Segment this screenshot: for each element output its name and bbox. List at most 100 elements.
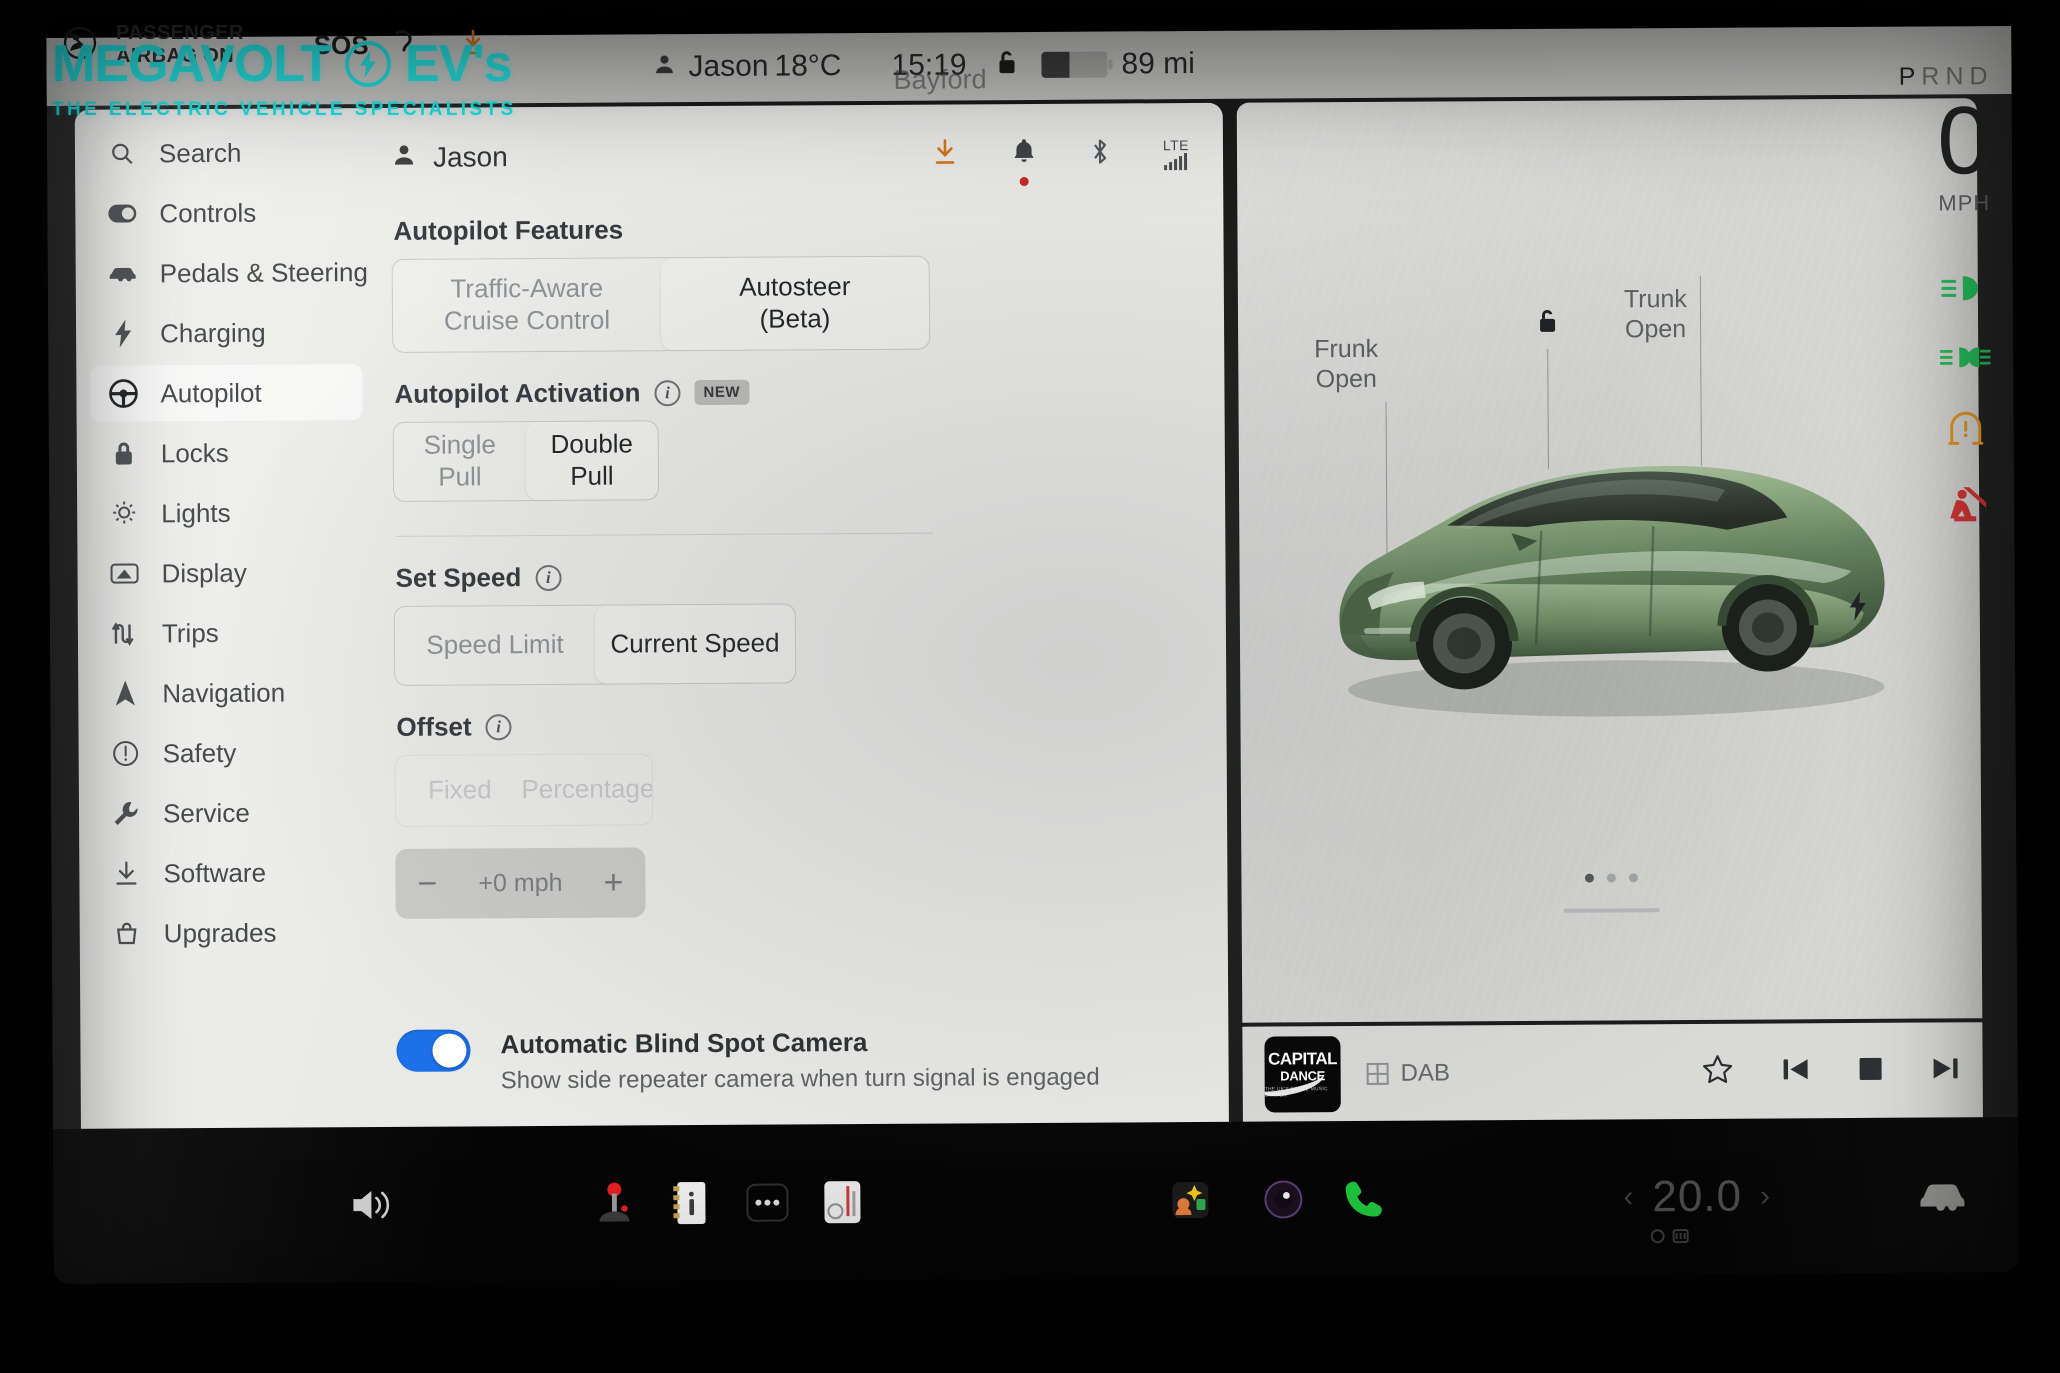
driver-profile-name: Jason — [688, 49, 769, 84]
option-current-speed[interactable]: Current Speed — [594, 604, 796, 684]
set-speed-segmented-control: Speed Limit Current Speed — [393, 603, 797, 686]
media-player-icon[interactable] — [821, 1179, 863, 1225]
info-circle-icon[interactable]: i — [535, 564, 562, 591]
unlocked-padlock-icon[interactable] — [1532, 306, 1562, 343]
stop-icon[interactable] — [1857, 1054, 1885, 1087]
car-icon[interactable] — [1917, 1178, 1967, 1212]
set-speed-title-row: Set Speed i — [395, 558, 1225, 594]
sidebar-item-label: Safety — [162, 737, 237, 768]
camera-icon[interactable] — [1261, 1177, 1305, 1221]
signal-bars — [1164, 152, 1188, 170]
photo-gallery-icon[interactable] — [1169, 1178, 1211, 1220]
sidebar-item-display[interactable]: Display — [91, 544, 363, 602]
sidebar-item-label: Lights — [161, 497, 231, 528]
instrument-rail: 0 MPH — [1849, 87, 2018, 1099]
sidebar-item-label: Charging — [159, 317, 266, 348]
favorite-star-icon[interactable] — [1701, 1052, 1735, 1091]
car-visualization[interactable]: Frunk Open Trunk Open — [1236, 98, 1983, 1023]
option-autosteer-beta[interactable]: Autosteer (Beta) — [660, 256, 930, 351]
option-percentage[interactable]: Percentage — [521, 754, 653, 825]
info-circle-icon[interactable]: i — [654, 379, 681, 406]
outside-temperature[interactable]: 18°C — [774, 49, 841, 83]
sidebar-item-label: Locks — [160, 437, 229, 468]
speed-unit: MPH — [1938, 190, 1991, 216]
info-circle-icon[interactable]: i — [485, 713, 512, 740]
battery-status[interactable]: 89 mi — [1041, 47, 1195, 82]
dashboard-photo: Jason 18°C 15:19 Bayford 89 mi PRND Sear… — [0, 0, 2060, 1373]
climate-decrease-arrow[interactable]: ‹ — [1623, 1180, 1634, 1214]
volume-icon[interactable] — [349, 1185, 395, 1223]
option-single-pull[interactable]: Single Pull — [394, 422, 526, 501]
new-badge: NEW — [694, 379, 750, 406]
sidebar-item-locks[interactable]: Locks — [91, 424, 363, 482]
settings-sidebar: Search Controls Pedals & Steering Chargi… — [75, 108, 381, 1130]
sidebar-item-label: Navigation — [162, 677, 286, 708]
profile-name: Jason — [432, 141, 508, 173]
sidebar-item-lights[interactable]: Lights — [91, 484, 363, 542]
battery-range: 89 mi — [1121, 46, 1195, 81]
sidebar-item-navigation[interactable]: Navigation — [92, 664, 364, 722]
sidebar-item-trips[interactable]: Trips — [92, 604, 364, 662]
option-traffic-aware-cruise-control[interactable]: Traffic-Aware Cruise Control — [393, 258, 662, 352]
telltale-group — [1917, 272, 2015, 533]
sidebar-item-safety[interactable]: Safety — [92, 724, 364, 782]
unlocked-padlock-icon[interactable] — [991, 47, 1021, 84]
lightning-bolt-icon — [108, 319, 138, 348]
notification-bell-icon[interactable] — [1011, 136, 1037, 186]
offset-increase-button[interactable]: + — [603, 864, 623, 902]
blind-spot-camera-toggle[interactable] — [396, 1029, 471, 1073]
option-line2: Cruise Control — [443, 304, 611, 336]
sidebar-item-label: Search — [158, 137, 242, 168]
owners-manual-icon[interactable] — [671, 1179, 709, 1225]
cellular-signal-icon: LTE — [1163, 137, 1189, 170]
sidebar-item-controls[interactable]: Controls — [89, 184, 361, 242]
vehicle-render — [1297, 399, 1919, 733]
sidebar-item-search[interactable]: Search — [89, 124, 361, 182]
profile-chip[interactable]: Jason — [391, 141, 508, 175]
sidebar-item-label: Controls — [159, 197, 257, 228]
sidebar-item-service[interactable]: Service — [93, 784, 365, 842]
sidebar-item-software[interactable]: Software — [93, 844, 365, 902]
media-source[interactable]: DAB — [1366, 1059, 1451, 1088]
phone-icon[interactable] — [1341, 1176, 1385, 1220]
lightning-bolt-icon — [344, 41, 391, 87]
carview-drag-handle[interactable] — [1563, 908, 1660, 913]
carview-page-dots[interactable] — [1584, 873, 1638, 883]
watermark-tagline: THE ELECTRIC VEHICLE SPECIALISTS — [52, 99, 517, 120]
sidebar-item-pedals-steering[interactable]: Pedals & Steering — [90, 244, 368, 302]
album-art[interactable]: CAPITAL DANCE THE UK'S DANCE MUSIC STATI… — [1264, 1036, 1341, 1113]
software-update-download-icon[interactable] — [931, 137, 959, 172]
person-icon — [391, 141, 417, 174]
driver-profile-button[interactable]: Jason — [652, 49, 769, 85]
arcade-joystick-icon[interactable] — [593, 1181, 635, 1225]
sidebar-item-label: Upgrades — [163, 917, 277, 948]
padlock-icon — [109, 439, 139, 467]
autopilot-activation-segmented-control: Single Pull Double Pull — [392, 420, 660, 502]
sidebar-item-charging[interactable]: Charging — [90, 304, 362, 362]
display-icon — [109, 561, 139, 585]
previous-track-icon[interactable] — [1781, 1054, 1811, 1089]
sidebar-item-upgrades[interactable]: Upgrades — [94, 904, 366, 962]
climate-temperature-control[interactable]: ‹ 20.0 › — [1623, 1171, 1771, 1222]
set-speed-title: Set Speed — [395, 562, 522, 593]
option-fixed[interactable]: Fixed — [396, 755, 524, 826]
blind-spot-camera-subtitle: Show side repeater camera when turn sign… — [500, 1063, 1100, 1095]
sidebar-item-label: Software — [163, 857, 267, 888]
settings-panel: Search Controls Pedals & Steering Chargi… — [74, 102, 1229, 1130]
bluetooth-icon[interactable] — [1089, 136, 1111, 171]
radio-icon — [1366, 1062, 1389, 1085]
option-speed-limit[interactable]: Speed Limit — [395, 606, 595, 685]
rear-defrost-icon[interactable] — [1646, 1227, 1700, 1245]
option-double-pull[interactable]: Double Pull — [525, 421, 659, 501]
wrench-icon — [111, 799, 141, 827]
climate-increase-arrow[interactable]: › — [1760, 1179, 1771, 1213]
charge-port-bolt-icon — [1847, 590, 1869, 626]
more-dots-icon[interactable] — [743, 1180, 791, 1224]
offset-decrease-button[interactable]: − — [417, 865, 437, 903]
media-source-label: DAB — [1400, 1059, 1451, 1087]
battery-icon — [1041, 51, 1108, 78]
tesla-ui-root: Jason 18°C 15:19 Bayford 89 mi PRND Sear… — [46, 2, 2019, 1284]
sidebar-item-label: Display — [161, 557, 247, 588]
offset-segmented-control: Fixed Percentage — [394, 753, 654, 827]
sidebar-item-autopilot[interactable]: Autopilot — [90, 364, 363, 422]
